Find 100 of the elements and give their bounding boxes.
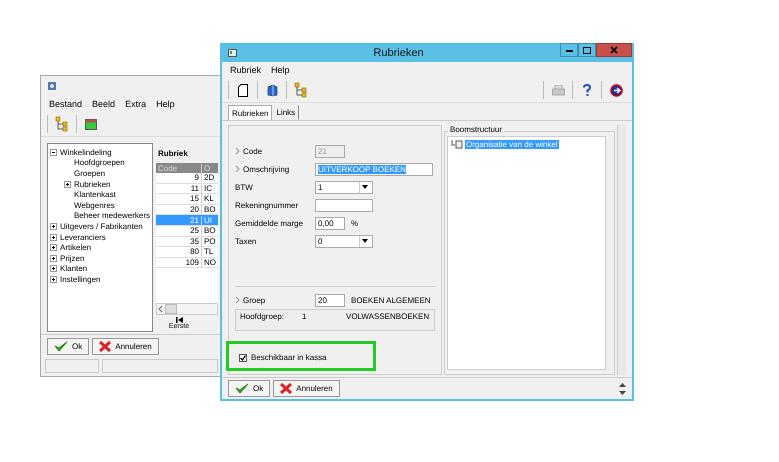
expand-icon[interactable]	[50, 265, 57, 272]
app-icon	[47, 81, 57, 91]
field-label: Taxen	[235, 236, 256, 246]
tree-item[interactable]: Instellingen	[60, 274, 100, 284]
input-field[interactable]: 0,00	[315, 216, 345, 230]
dropdown-arrow-icon	[362, 239, 368, 243]
app-icon	[228, 48, 237, 56]
expand-icon[interactable]	[50, 244, 57, 252]
spinner-icon[interactable]	[619, 382, 626, 396]
tree-item[interactable]: Uitgevers / Fabrikanten	[60, 222, 143, 231]
table-cell: 80	[156, 247, 202, 256]
cancel-button[interactable]: Annuleren	[92, 338, 159, 355]
tree-item[interactable]: Leveranciers	[60, 232, 106, 242]
close-icon	[610, 46, 618, 54]
input-field[interactable]	[315, 198, 373, 212]
table-cell-text: IC	[203, 184, 212, 193]
table-cell: 20	[156, 205, 202, 214]
field-label: Rekeningnummer	[235, 200, 298, 210]
first-icon	[176, 317, 182, 323]
cross-icon	[99, 341, 112, 352]
tree-item[interactable]: Rubrieken	[74, 180, 110, 189]
menu-item[interactable]: Help	[156, 99, 175, 109]
table-row[interactable]: 11 IC	[156, 184, 218, 194]
dropdown-arrow-icon	[362, 185, 368, 189]
checkbox[interactable]	[239, 354, 247, 362]
printer-icon	[552, 84, 564, 96]
field-label: Omschrijving	[243, 164, 290, 174]
minimize-button[interactable]	[560, 43, 578, 57]
expand-icon[interactable]	[50, 222, 57, 230]
ok-button[interactable]: Ok	[47, 338, 90, 355]
tab[interactable]: Rubrieken	[228, 105, 272, 120]
expand-icon[interactable]	[50, 276, 57, 283]
vertical-scrollbar[interactable]	[617, 125, 626, 375]
table-cell: 15	[156, 194, 202, 204]
tree-item[interactable]: Beheer medewerkers	[74, 211, 150, 220]
expand-icon[interactable]	[50, 234, 57, 241]
tree-item[interactable]: Prijzen	[60, 254, 84, 263]
table-row[interactable]: 35 PO	[156, 236, 218, 248]
checkmark-icon	[235, 383, 249, 394]
table-cell-text: PO	[203, 236, 216, 246]
tree-item[interactable]: Artikelen	[60, 243, 92, 252]
table-cell-text: UI	[203, 216, 212, 225]
expand-icon[interactable]	[50, 254, 57, 262]
table-cell-text: KL	[203, 194, 214, 204]
close-button[interactable]	[596, 43, 632, 57]
checkmark-icon	[54, 341, 68, 352]
tree-item[interactable]: Klanten	[60, 264, 88, 274]
collapse-icon[interactable]	[50, 148, 57, 156]
tree-item[interactable]: Hoofdgroepen	[74, 158, 125, 168]
question-mark-icon	[583, 84, 591, 96]
scrollbar-thumb[interactable]	[165, 304, 177, 314]
table-cell: 9	[156, 173, 202, 182]
menu-item[interactable]: Bestand	[49, 99, 82, 109]
table-cell-text: BO	[203, 226, 216, 236]
menu-item[interactable]: Rubriek	[230, 65, 262, 75]
field-label: Gemiddelde marge	[235, 218, 304, 228]
table-row[interactable]: 9 2D	[156, 173, 218, 184]
horizontal-scrollbar[interactable]	[156, 303, 218, 315]
tab[interactable]: Links	[272, 105, 300, 120]
info-value: 1	[302, 312, 308, 323]
table-cell: 25	[156, 226, 202, 236]
field-label: Code	[243, 146, 262, 156]
scroll-left-icon[interactable]	[157, 305, 165, 313]
table-row[interactable]: 20 BO	[156, 204, 218, 216]
menu-item[interactable]: Extra	[125, 99, 146, 109]
group-name: BOEKEN ALGEMEEN	[351, 296, 431, 304]
minimize-icon	[566, 48, 572, 52]
dropdown[interactable]: 1	[315, 180, 373, 194]
window-icon	[85, 118, 97, 130]
expand-icon[interactable]	[64, 180, 71, 188]
checkbox-label: Beschikbaar in kassa	[251, 353, 327, 362]
hierarchy-icon	[294, 82, 308, 98]
menu-item[interactable]: Beeld	[92, 99, 116, 109]
tree-item[interactable]: Klantenkast	[74, 190, 116, 200]
menu-item[interactable]: Help	[271, 65, 290, 75]
input-field[interactable]: 20	[315, 294, 345, 306]
tree-item[interactable]: Groepen	[74, 168, 106, 178]
tree-item[interactable]: Webgenres	[74, 200, 115, 210]
window-title: Rubrieken	[372, 46, 425, 58]
table-cell: 109	[156, 258, 202, 268]
dropdown[interactable]: 0	[315, 234, 373, 248]
table-cell-text: NO	[203, 258, 216, 268]
table-cell-text: BO	[203, 205, 216, 214]
table-row[interactable]: 25 BO	[156, 226, 218, 237]
table-row[interactable]: 15 KL	[156, 194, 218, 205]
maximize-button[interactable]	[578, 43, 596, 57]
table-row[interactable]: 109 NO	[156, 258, 218, 268]
unit-label: %	[351, 218, 358, 228]
hierarchy-icon	[55, 116, 69, 132]
table-background	[156, 268, 218, 303]
ok-button[interactable]: Ok	[228, 380, 270, 397]
table-cell: 35	[156, 236, 202, 246]
status-panel	[45, 359, 99, 373]
cancel-button[interactable]: Annuleren	[273, 380, 340, 397]
tree-item[interactable]: Winkelindeling	[60, 148, 112, 157]
table-row[interactable]: 80 TL	[156, 247, 218, 258]
cross-icon	[280, 383, 292, 394]
field-label: BTW	[235, 182, 253, 192]
table-cell: 21	[156, 216, 202, 225]
tree-node-icon	[451, 140, 463, 149]
